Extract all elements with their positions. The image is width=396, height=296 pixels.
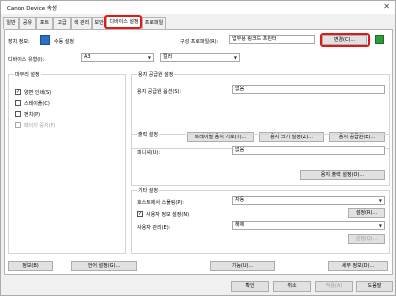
language-settings-button[interactable]: 언어 설정(G)...	[71, 261, 137, 271]
device-info-label: 장치 정보:	[8, 39, 30, 45]
user-info-checkbox[interactable]: ✓	[137, 211, 143, 217]
paper-source-option-label: 용지 공급원 옵션(S):	[137, 89, 182, 95]
staple-checkbox[interactable]	[15, 100, 21, 106]
tab-profile[interactable]: 프로파일	[142, 17, 166, 29]
duplex-checkbox[interactable]: ✓	[15, 89, 21, 95]
info-button[interactable]: 정보(B)	[8, 261, 53, 271]
other-settings-caption: 기타 설정	[137, 187, 159, 194]
apply-button[interactable]: 적용(A)	[315, 281, 353, 292]
manual-setting-label: 수동 설정	[54, 39, 74, 45]
device-settings-panel: 장치 정보: 수동 설정 구성 프로파일(R): 업무용 링크드 프린터 변경(…	[4, 29, 393, 275]
device-type-label: 디바이스 유형(I):	[8, 57, 45, 63]
device-type-value: A3	[84, 54, 91, 60]
finisher-field[interactable]: 없음	[232, 146, 385, 155]
tab-advanced[interactable]: 고급	[53, 17, 71, 29]
color-mode-value: 컬러	[163, 54, 173, 60]
user-info-settings-button[interactable]: 설정(R)...	[348, 208, 385, 218]
punch-label: 펀치(P)	[24, 112, 41, 118]
highlight-change-button	[320, 33, 370, 47]
page-stop-checkbox[interactable]	[15, 122, 21, 128]
help-button[interactable]: 도움말	[356, 281, 393, 292]
user-info-label: 사용자 정보 설정(N)	[146, 212, 190, 218]
device-type-select[interactable]: A3 ▼	[81, 53, 154, 62]
refresh-icon[interactable]	[40, 35, 50, 45]
output-settings-caption: 출력 설정	[137, 131, 159, 138]
finisher-label: 피니셔(U):	[137, 150, 161, 156]
spool-label: 호스트에서 스풀링(P):	[137, 200, 184, 206]
properties-window: Canon Device 속성 ✕ 일반 공유 포트 고급 색 관리 보안 디바…	[0, 0, 396, 296]
functions-button[interactable]: 기능(U)...	[210, 261, 275, 271]
finishing-options-group: 마무리 설정 ✓ 양면 인쇄(S) 스테이플(C) 펀치(P) 페이지 중지(F…	[8, 71, 126, 254]
paper-output-settings-button[interactable]: 용지 출력 설정(O)...	[300, 170, 385, 180]
details-button[interactable]: 세부 정보(D)...	[328, 261, 388, 271]
user-management-value: 해제	[235, 222, 245, 228]
tab-sharing[interactable]: 공유	[19, 17, 36, 29]
tab-color-management[interactable]: 색 관리	[71, 17, 92, 29]
window-title: Canon Device 속성	[7, 6, 57, 12]
ok-button[interactable]: 확인	[231, 281, 269, 292]
cancel-button[interactable]: 취소	[273, 281, 311, 292]
chevron-down-icon: ▼	[147, 55, 151, 60]
chevron-down-icon: ▼	[378, 198, 382, 203]
spool-select[interactable]: 자동 ▼	[232, 196, 385, 205]
title-bar: Canon Device 속성 ✕	[1, 1, 395, 14]
chevron-down-icon: ▼	[378, 223, 382, 228]
paper-source-option-field[interactable]: 없음	[232, 85, 385, 94]
config-profile-label: 구성 프로파일(R):	[180, 39, 219, 45]
tab-general[interactable]: 일반	[3, 17, 19, 29]
user-management-label: 사용자 관리(E):	[137, 225, 171, 231]
close-icon[interactable]: ✕	[383, 2, 390, 11]
tab-ports[interactable]: 포트	[36, 17, 53, 29]
staple-label: 스테이플(C)	[24, 101, 50, 107]
duplex-label: 양면 인쇄(S)	[24, 90, 52, 96]
color-mode-select[interactable]: 컬러 ▼	[160, 53, 240, 62]
other-settings-group: 기타 설정 호스트에서 스풀링(P): 자동 ▼ ✓ 사용자 정보 설정(N) 설…	[131, 187, 390, 254]
punch-checkbox[interactable]	[15, 111, 21, 117]
chevron-down-icon: ▼	[233, 55, 237, 60]
finishing-caption: 마무리 설정	[14, 71, 41, 78]
output-settings-group: 출력 설정 피니셔(U): 없음 용지 출력 설정(O)...	[131, 131, 390, 186]
user-management-settings-button[interactable]: 설정(Q)...	[348, 234, 385, 244]
highlight-device-settings-tab	[104, 15, 142, 29]
page-stop-label: 페이지 중지(F)	[24, 123, 56, 129]
device-status-icon	[375, 35, 384, 44]
config-profile-field[interactable]: 업무용 링크드 프린터	[229, 35, 315, 44]
paper-source-caption: 용지 공급원 설정	[137, 71, 175, 78]
user-management-select[interactable]: 해제 ▼	[232, 221, 385, 230]
spool-value: 자동	[235, 197, 245, 203]
